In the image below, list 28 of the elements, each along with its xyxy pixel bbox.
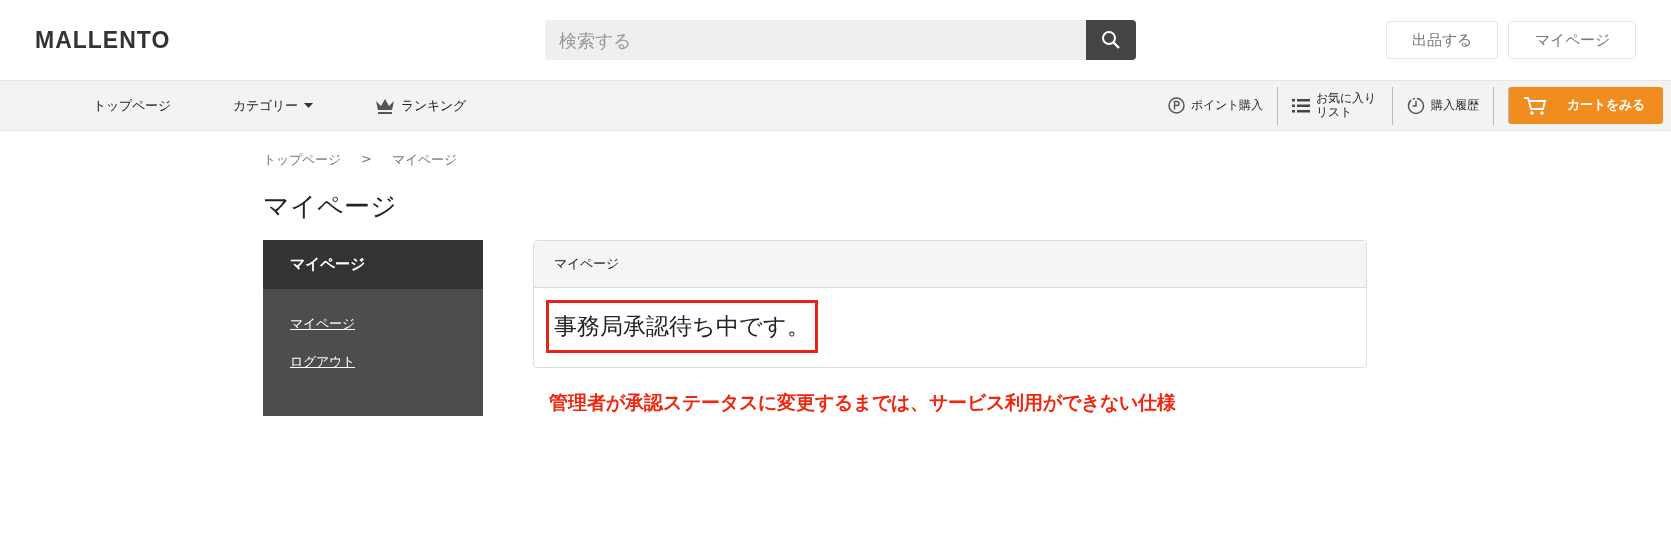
nav-link[interactable]: ランキング <box>375 96 466 115</box>
breadcrumb-link[interactable]: トップページ <box>263 151 341 169</box>
nav-link[interactable]: トップページ <box>93 96 171 115</box>
header-button[interactable]: マイページ <box>1508 21 1636 59</box>
annotation-text: 管理者が承認ステータスに変更するまでは、サービス利用ができない仕様 <box>549 390 1177 415</box>
list-icon <box>1291 98 1310 113</box>
crown-icon <box>375 97 395 114</box>
sidebar-link[interactable]: マイページ <box>290 315 355 333</box>
nav-link[interactable]: お気に入りリスト <box>1276 86 1392 125</box>
breadcrumb-link[interactable]: マイページ <box>391 151 457 169</box>
breadcrumb-separator: > <box>361 151 372 168</box>
card-title: マイページ <box>534 241 1366 288</box>
logo[interactable]: MALLENTO <box>35 26 545 54</box>
search-field[interactable]: 検索する <box>545 20 1086 60</box>
nav-link[interactable]: 購入履歴 <box>1392 86 1493 125</box>
header-button[interactable]: 出品する <box>1386 21 1498 59</box>
page-title: マイページ <box>263 190 398 223</box>
cart-icon <box>1523 95 1547 116</box>
nav-link[interactable]: ポイント購入 <box>1153 86 1277 125</box>
caret-icon <box>304 103 313 108</box>
clock-icon <box>1407 96 1425 115</box>
search-button[interactable] <box>1086 20 1136 60</box>
point-icon <box>1167 97 1185 114</box>
sidebar-title: マイページ <box>263 240 483 289</box>
sidebar-link[interactable]: ログアウト <box>290 353 355 371</box>
search-icon <box>1101 30 1121 50</box>
nav-link[interactable]: カテゴリー <box>233 96 313 115</box>
status-message: 事務局承認待ち中です。 <box>546 300 818 353</box>
